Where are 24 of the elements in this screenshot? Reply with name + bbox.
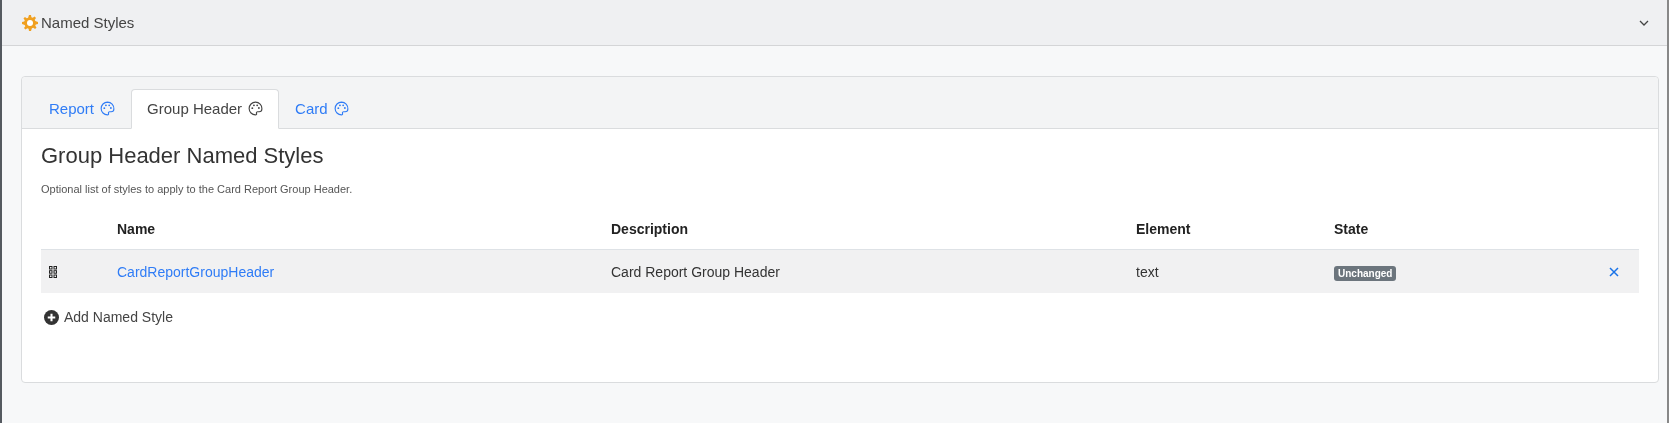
column-header: Name xyxy=(117,221,611,250)
column-header: Element xyxy=(1136,221,1334,250)
drag-handle-icon[interactable] xyxy=(49,265,57,278)
table-cell: Card Report Group Header xyxy=(611,263,780,280)
palette-icon xyxy=(100,101,116,116)
palette-icon xyxy=(248,101,264,116)
description-text: Optional list of styles to apply to the Card Report Group Header. xyxy=(41,183,354,195)
panel-title: Named Styles xyxy=(41,14,136,31)
add-named-style-button[interactable]: Add Named Style xyxy=(41,309,173,325)
table-cell: text xyxy=(1136,263,1159,280)
tab[interactable]: Card xyxy=(279,89,365,129)
panel-header[interactable]: Named Styles xyxy=(2,0,1667,46)
style-name-link[interactable]: CardReportGroupHeader xyxy=(117,263,275,280)
section-heading: Group Header Named Styles xyxy=(41,143,325,169)
palette-icon xyxy=(333,101,349,116)
plus-circle-icon xyxy=(44,309,59,325)
status-badge: Unchanged xyxy=(1334,265,1397,281)
tab[interactable]: Group Header xyxy=(131,89,280,129)
gear-icon xyxy=(22,14,38,31)
chevron-icon[interactable] xyxy=(1639,19,1649,26)
column-header: Description xyxy=(611,221,1136,250)
tab[interactable]: Report xyxy=(33,89,132,129)
column-header: State xyxy=(1334,221,1609,250)
close-icon[interactable] xyxy=(1609,266,1619,277)
